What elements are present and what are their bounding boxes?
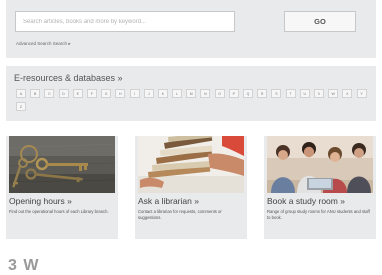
caret-right-icon: ▸	[68, 41, 71, 46]
opening-hours-card[interactable]: Opening hours » Find out the operational…	[6, 136, 118, 239]
letter-button-b[interactable]: B	[30, 89, 41, 98]
letter-button-w[interactable]: W	[328, 89, 339, 98]
card-title[interactable]: Ask a librarian »	[138, 196, 199, 206]
letter-button-p[interactable]: P	[228, 89, 239, 98]
letter-button-t[interactable]: T	[285, 89, 296, 98]
students-photo	[267, 136, 373, 193]
card-description: Find out the operational hours of each L…	[9, 209, 109, 214]
letter-button-d[interactable]: D	[58, 89, 69, 98]
letter-button-l[interactable]: L	[172, 89, 183, 98]
books-photo	[138, 136, 244, 193]
letter-button-x[interactable]: X	[342, 89, 353, 98]
ask-a-librarian-card[interactable]: Ask a librarian » Contact a librarian fo…	[135, 136, 247, 239]
letter-button-f[interactable]: F	[86, 89, 97, 98]
letter-button-s[interactable]: S	[271, 89, 282, 98]
letter-button-k[interactable]: K	[157, 89, 168, 98]
search-input[interactable]	[15, 11, 235, 32]
letter-button-u[interactable]: U	[299, 89, 310, 98]
letter-button-m[interactable]: M	[186, 89, 197, 98]
search-panel: GO Advanced Search Search ▸	[6, 0, 376, 58]
letter-button-h[interactable]: H	[115, 89, 126, 98]
eresources-title-link[interactable]: E-resources & databases »	[14, 73, 123, 83]
card-title[interactable]: Book a study room »	[267, 196, 345, 206]
keys-photo	[9, 136, 115, 193]
letter-button-v[interactable]: V	[313, 89, 324, 98]
eresources-panel: E-resources & databases » A B C D E F G …	[6, 66, 376, 121]
letter-button-q[interactable]: Q	[243, 89, 253, 98]
card-description: Range of group study rooms for ANU stude…	[267, 209, 370, 220]
partial-heading: 3 W	[8, 257, 40, 274]
letter-button-y[interactable]: Y	[356, 89, 367, 98]
letter-button-c[interactable]: C	[44, 89, 55, 98]
advanced-search-label: Advanced Search Search	[16, 41, 68, 46]
letter-button-z[interactable]: Z	[16, 102, 26, 111]
letter-button-a[interactable]: A	[16, 89, 26, 98]
letter-button-j[interactable]: J	[143, 89, 154, 98]
letter-button-g[interactable]: G	[101, 89, 112, 98]
book-study-room-card[interactable]: Book a study room » Range of group study…	[264, 136, 376, 239]
letter-button-r[interactable]: R	[257, 89, 268, 98]
card-title[interactable]: Opening hours »	[9, 196, 72, 206]
letter-button-e[interactable]: E	[72, 89, 83, 98]
card-description: Contact a librarian for requests, commen…	[138, 209, 222, 220]
letter-button-n[interactable]: N	[200, 89, 211, 98]
az-letter-list: A B C D E F G H I J K L M N O P Q R S T …	[16, 89, 368, 111]
go-button[interactable]: GO	[284, 11, 356, 32]
letter-button-o[interactable]: O	[214, 89, 225, 98]
advanced-search-link[interactable]: Advanced Search Search ▸	[16, 41, 71, 47]
letter-button-i[interactable]: I	[129, 89, 140, 98]
